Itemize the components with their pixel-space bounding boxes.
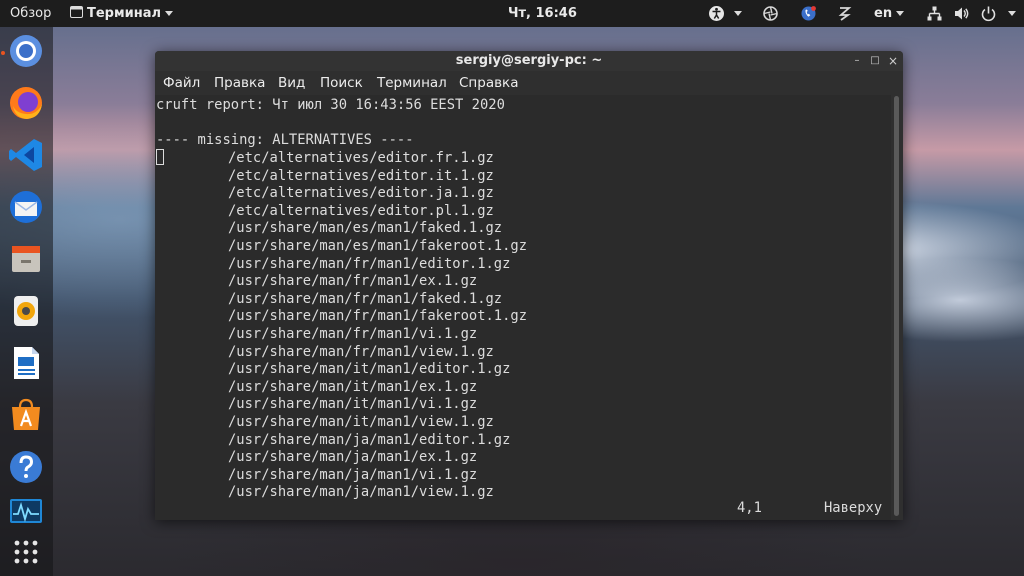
accessibility-icon[interactable]: [708, 5, 725, 22]
missing-file-line: /usr/share/man/fr/man1/faked.1.gz: [228, 290, 503, 307]
window-title: sergiy@sergiy-pc: ~: [455, 53, 603, 68]
help-icon[interactable]: [7, 448, 45, 486]
section-heading: ---- missing: ALTERNATIVES ----: [156, 132, 414, 148]
chevron-down-icon: [896, 11, 905, 16]
vscode-icon[interactable]: [7, 136, 45, 174]
missing-file-line: /etc/alternatives/editor.it.1.gz: [228, 167, 494, 184]
missing-file-line: /usr/share/man/es/man1/faked.1.gz: [228, 220, 503, 237]
missing-file-line: /etc/alternatives/editor.ja.1.gz: [228, 185, 494, 202]
activities-button[interactable]: Обзор: [10, 0, 51, 27]
keyboard-layout-button[interactable]: en: [874, 0, 905, 27]
accessibility-chevron-icon: [734, 11, 742, 16]
system-monitor-icon[interactable]: [7, 494, 45, 532]
missing-file-line: /usr/share/man/ja/man1/editor.1.gz: [228, 431, 511, 448]
missing-file-line: /usr/share/man/it/man1/ex.1.gz: [228, 378, 478, 395]
report-header: cruft report: Чт июл 30 16:43:56 EEST 20…: [156, 97, 505, 113]
close-button[interactable]: ×: [886, 51, 900, 71]
aperture-app-icon[interactable]: [762, 5, 779, 22]
dock: [0, 27, 53, 576]
file-manager-icon[interactable]: [7, 240, 45, 278]
media-player-icon[interactable]: [7, 292, 45, 330]
menu-edit[interactable]: Правка: [214, 71, 265, 95]
menu-search[interactable]: Поиск: [320, 71, 363, 95]
missing-file-line: /usr/share/man/ja/man1/ex.1.gz: [228, 449, 478, 466]
volume-icon[interactable]: [953, 5, 970, 22]
missing-file-line: /usr/share/man/fr/man1/editor.1.gz: [228, 255, 511, 272]
firefox-icon[interactable]: [7, 84, 45, 122]
minimize-button[interactable]: –: [850, 51, 864, 71]
menu-bar: Файл Правка Вид Поиск Терминал Справка: [155, 71, 903, 95]
terminal-app-icon: [70, 6, 83, 18]
app-menu-label: Терминал: [87, 6, 162, 21]
missing-file-line: /usr/share/man/it/man1/view.1.gz: [228, 414, 494, 430]
missing-file-line: /etc/alternatives/editor.fr.1.gz: [228, 150, 494, 166]
app-menu-button[interactable]: Терминал: [70, 0, 174, 27]
software-center-icon[interactable]: [7, 396, 45, 434]
top-bar: Обзор Терминал Чт, 16:46 en: [0, 0, 1024, 27]
phone-connect-icon[interactable]: [800, 5, 817, 22]
scrollbar-thumb[interactable]: [894, 96, 899, 516]
terminal-window[interactable]: sergiy@sergiy-pc: ~ – □ × Файл Правка Ви…: [155, 51, 903, 520]
missing-file-line: /usr/share/man/fr/man1/vi.1.gz: [228, 326, 478, 342]
chromium-icon[interactable]: [7, 32, 45, 70]
missing-file-line: /etc/alternatives/editor.pl.1.gz: [228, 202, 494, 219]
terminal-output[interactable]: cruft report: Чт июл 30 16:43:56 EEST 20…: [155, 95, 891, 520]
clock[interactable]: Чт, 16:46: [508, 0, 577, 27]
system-menu-chevron-icon[interactable]: [1008, 11, 1016, 16]
missing-file-line: /usr/share/man/ja/man1/vi.1.gz: [228, 466, 478, 483]
missing-file-line: /usr/share/man/fr/man1/view.1.gz: [228, 343, 494, 360]
missing-file-line: /usr/share/man/es/man1/fakeroot.1.gz: [228, 238, 528, 254]
menu-view[interactable]: Вид: [278, 71, 305, 95]
missing-file-line: /usr/share/man/fr/man1/fakeroot.1.gz: [228, 308, 528, 325]
mail-client-icon[interactable]: [7, 188, 45, 226]
menu-file[interactable]: Файл: [163, 71, 200, 95]
writer-document-icon[interactable]: [7, 344, 45, 382]
network-wired-icon[interactable]: [926, 5, 943, 22]
menu-help[interactable]: Справка: [459, 71, 518, 95]
window-titlebar[interactable]: sergiy@sergiy-pc: ~: [155, 51, 903, 71]
chevron-down-icon: [165, 11, 174, 16]
power-icon[interactable]: [980, 5, 997, 22]
missing-file-line: /usr/share/man/fr/man1/ex.1.gz: [228, 273, 478, 290]
scroll-position: Наверху: [824, 500, 883, 516]
missing-file-line: /usr/share/man/ja/man1/view.1.gz: [228, 484, 494, 501]
cursor-position: 4,1: [737, 500, 762, 516]
menu-terminal[interactable]: Терминал: [377, 71, 447, 95]
app-grid-icon[interactable]: [7, 533, 45, 571]
keyboard-layout-label: en: [874, 6, 893, 21]
running-indicator: [1, 51, 5, 55]
missing-file-line: /usr/share/man/it/man1/vi.1.gz: [228, 396, 478, 413]
missing-file-line: /usr/share/man/it/man1/editor.1.gz: [228, 361, 511, 378]
text-cursor: [156, 149, 164, 165]
network-arrows-icon[interactable]: [836, 5, 853, 22]
maximize-button[interactable]: □: [868, 51, 882, 71]
scrollbar[interactable]: [893, 96, 901, 516]
